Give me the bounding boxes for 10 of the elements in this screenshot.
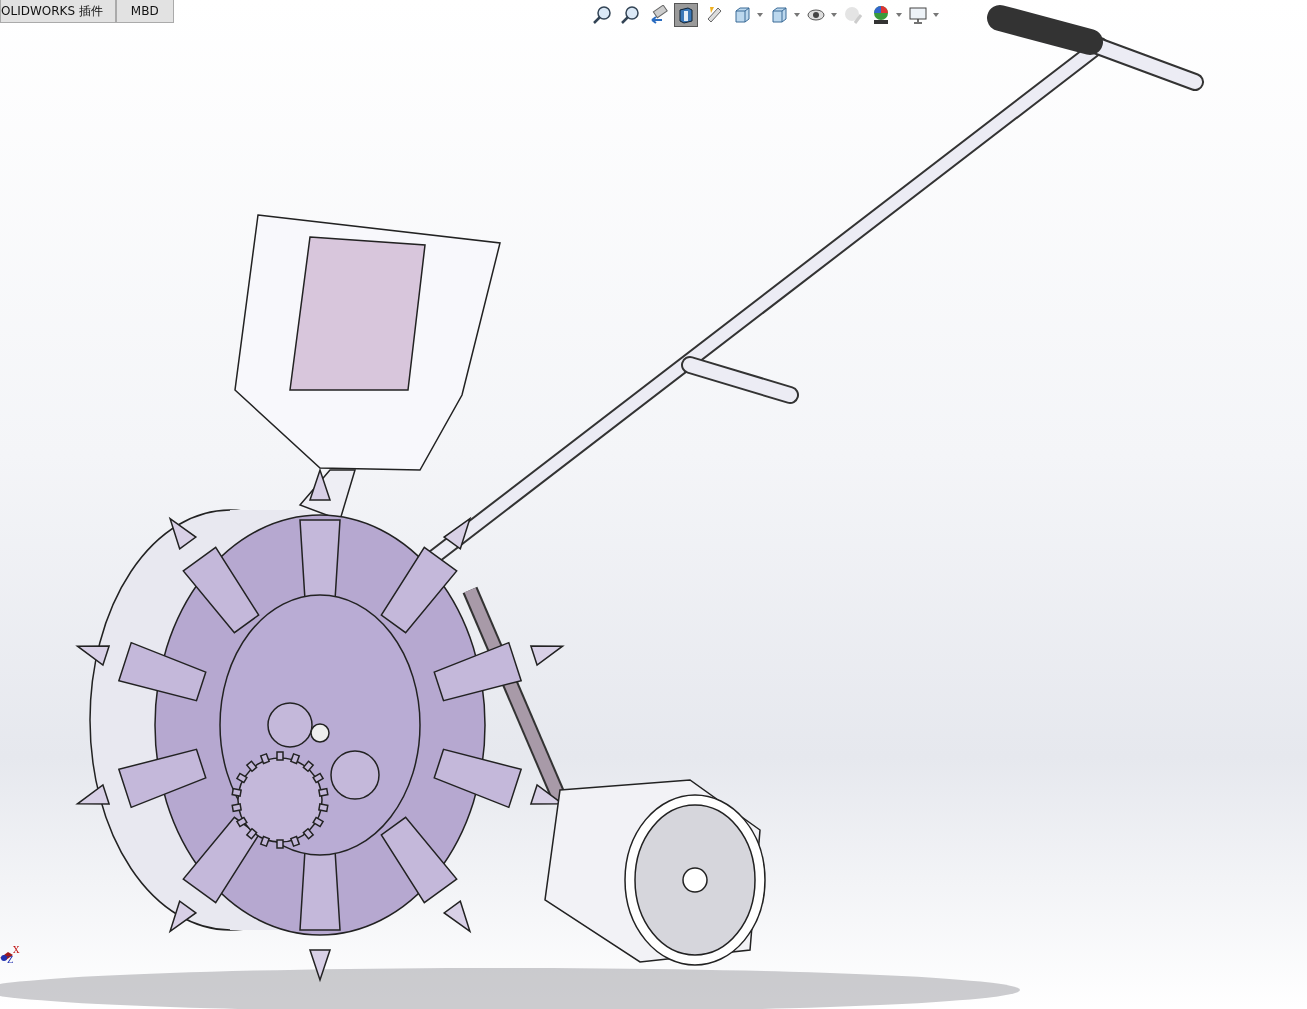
caret-icon[interactable] — [831, 13, 837, 17]
caret-icon[interactable] — [933, 13, 939, 17]
caret-icon[interactable] — [896, 13, 902, 17]
command-tab[interactable]: OLIDWORKS 插件 — [0, 0, 116, 23]
section-view-button[interactable] — [674, 3, 698, 27]
command-tab[interactable]: MBD — [115, 0, 174, 23]
z-axis-label: Z — [7, 955, 14, 965]
caret-icon[interactable] — [757, 13, 763, 17]
caret-icon[interactable] — [794, 13, 800, 17]
x-axis-label: X — [13, 945, 20, 955]
